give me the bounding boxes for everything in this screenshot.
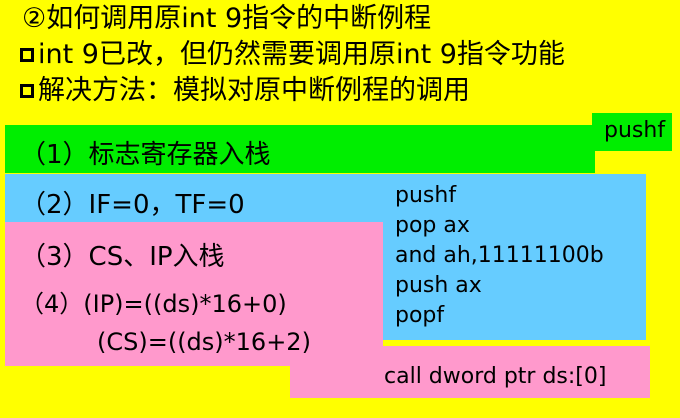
step3-text: （3）CS、IP入栈 [20,242,225,272]
bullet-text-1: int 9已改，但仍然需要调用原int 9指令功能 [38,39,565,70]
code-line-and-ah: and ah,11111100b [395,243,604,268]
code-line-push-ax: push ax [395,273,482,298]
step4b-text: (CS)=((ds)*16+2) [97,328,311,356]
slide-heading: ②如何调用原int 9指令的中断例程 [22,3,432,34]
step1-text: （1）标志寄存器入栈 [20,140,271,170]
pushf-top-code: pushf [604,118,666,143]
code-line-popf: popf [395,303,445,328]
call-code: call dword ptr ds:[0] [384,364,607,389]
square-bullet-icon [20,84,34,98]
step4-text: （4）(IP)=((ds)*16+0) [20,290,287,318]
step2-text: （2）IF=0，TF=0 [20,190,245,220]
bullet-text-2: 解决方法：模拟对原中断例程的调用 [38,75,470,106]
code-line-pushf: pushf [395,183,457,208]
bullet-item-2: 解决方法：模拟对原中断例程的调用 [20,74,470,108]
code-line-pop-ax: pop ax [395,213,470,238]
bullet-item-1: int 9已改，但仍然需要调用原int 9指令功能 [20,38,565,72]
square-bullet-icon [20,48,34,62]
